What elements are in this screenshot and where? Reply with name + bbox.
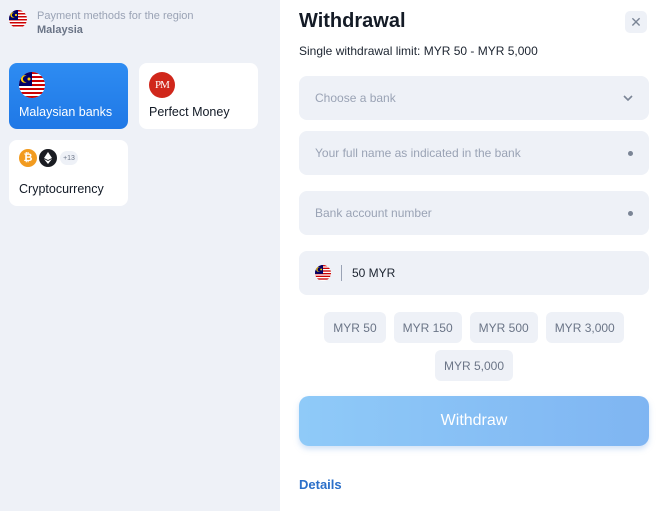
chevron-down-icon <box>623 93 633 103</box>
account-number-input[interactable]: Bank account number <box>299 191 649 235</box>
quick-amount-chip[interactable]: MYR 50 <box>324 312 386 343</box>
bitcoin-icon: ₿ <box>19 149 37 167</box>
details-link[interactable]: Details <box>299 477 342 492</box>
account-number-placeholder: Bank account number <box>315 206 432 220</box>
quick-amount-chip[interactable]: MYR 3,000 <box>545 312 624 343</box>
withdrawal-limit: Single withdrawal limit: MYR 50 - MYR 5,… <box>299 44 538 58</box>
method-perfect-money[interactable]: PM Perfect Money <box>139 63 258 129</box>
required-dot-icon <box>628 150 633 156</box>
method-cryptocurrency[interactable]: ₿ +13 Cryptocurrency <box>9 140 128 206</box>
quick-amount-chip[interactable]: MYR 500 <box>469 312 538 343</box>
method-label: Cryptocurrency <box>19 182 104 196</box>
more-coins-badge: +13 <box>60 151 78 165</box>
quick-amount-chip[interactable]: MYR 5,000 <box>434 350 514 381</box>
payment-methods-panel: Payment methods for the region Malaysia … <box>0 0 280 511</box>
region-country: Malaysia <box>37 24 83 36</box>
method-label: Malaysian banks <box>19 105 113 119</box>
ethereum-icon <box>39 149 57 167</box>
amount-value: 50 MYR <box>352 266 396 280</box>
malaysia-flag-icon <box>9 10 27 28</box>
method-label: Perfect Money <box>149 105 230 119</box>
withdrawal-panel: Withdrawal ✕ Single withdrawal limit: MY… <box>280 0 659 511</box>
method-malaysian-banks[interactable]: Malaysian banks <box>9 63 128 129</box>
full-name-placeholder: Your full name as indicated in the bank <box>315 146 521 160</box>
close-icon[interactable]: ✕ <box>625 11 647 33</box>
divider <box>341 265 342 281</box>
required-dot-icon <box>628 210 633 216</box>
bank-select[interactable]: Choose a bank <box>299 76 649 120</box>
region-selector[interactable]: Payment methods for the region Malaysia <box>9 10 194 37</box>
full-name-input[interactable]: Your full name as indicated in the bank <box>299 131 649 175</box>
bank-select-placeholder: Choose a bank <box>315 91 396 105</box>
quick-amounts: MYR 50 MYR 150 MYR 500 MYR 3,000 MYR 5,0… <box>299 312 649 381</box>
perfect-money-icon: PM <box>149 72 175 98</box>
crypto-icons: ₿ +13 <box>19 149 118 167</box>
quick-amount-chip[interactable]: MYR 150 <box>393 312 462 343</box>
amount-input[interactable]: 50 MYR <box>299 251 649 295</box>
withdraw-button[interactable]: Withdraw <box>299 396 649 446</box>
region-label: Payment methods for the region <box>37 10 194 22</box>
malaysia-flag-icon <box>315 265 331 281</box>
malaysia-flag-icon <box>19 72 45 98</box>
page-title: Withdrawal <box>299 10 406 32</box>
